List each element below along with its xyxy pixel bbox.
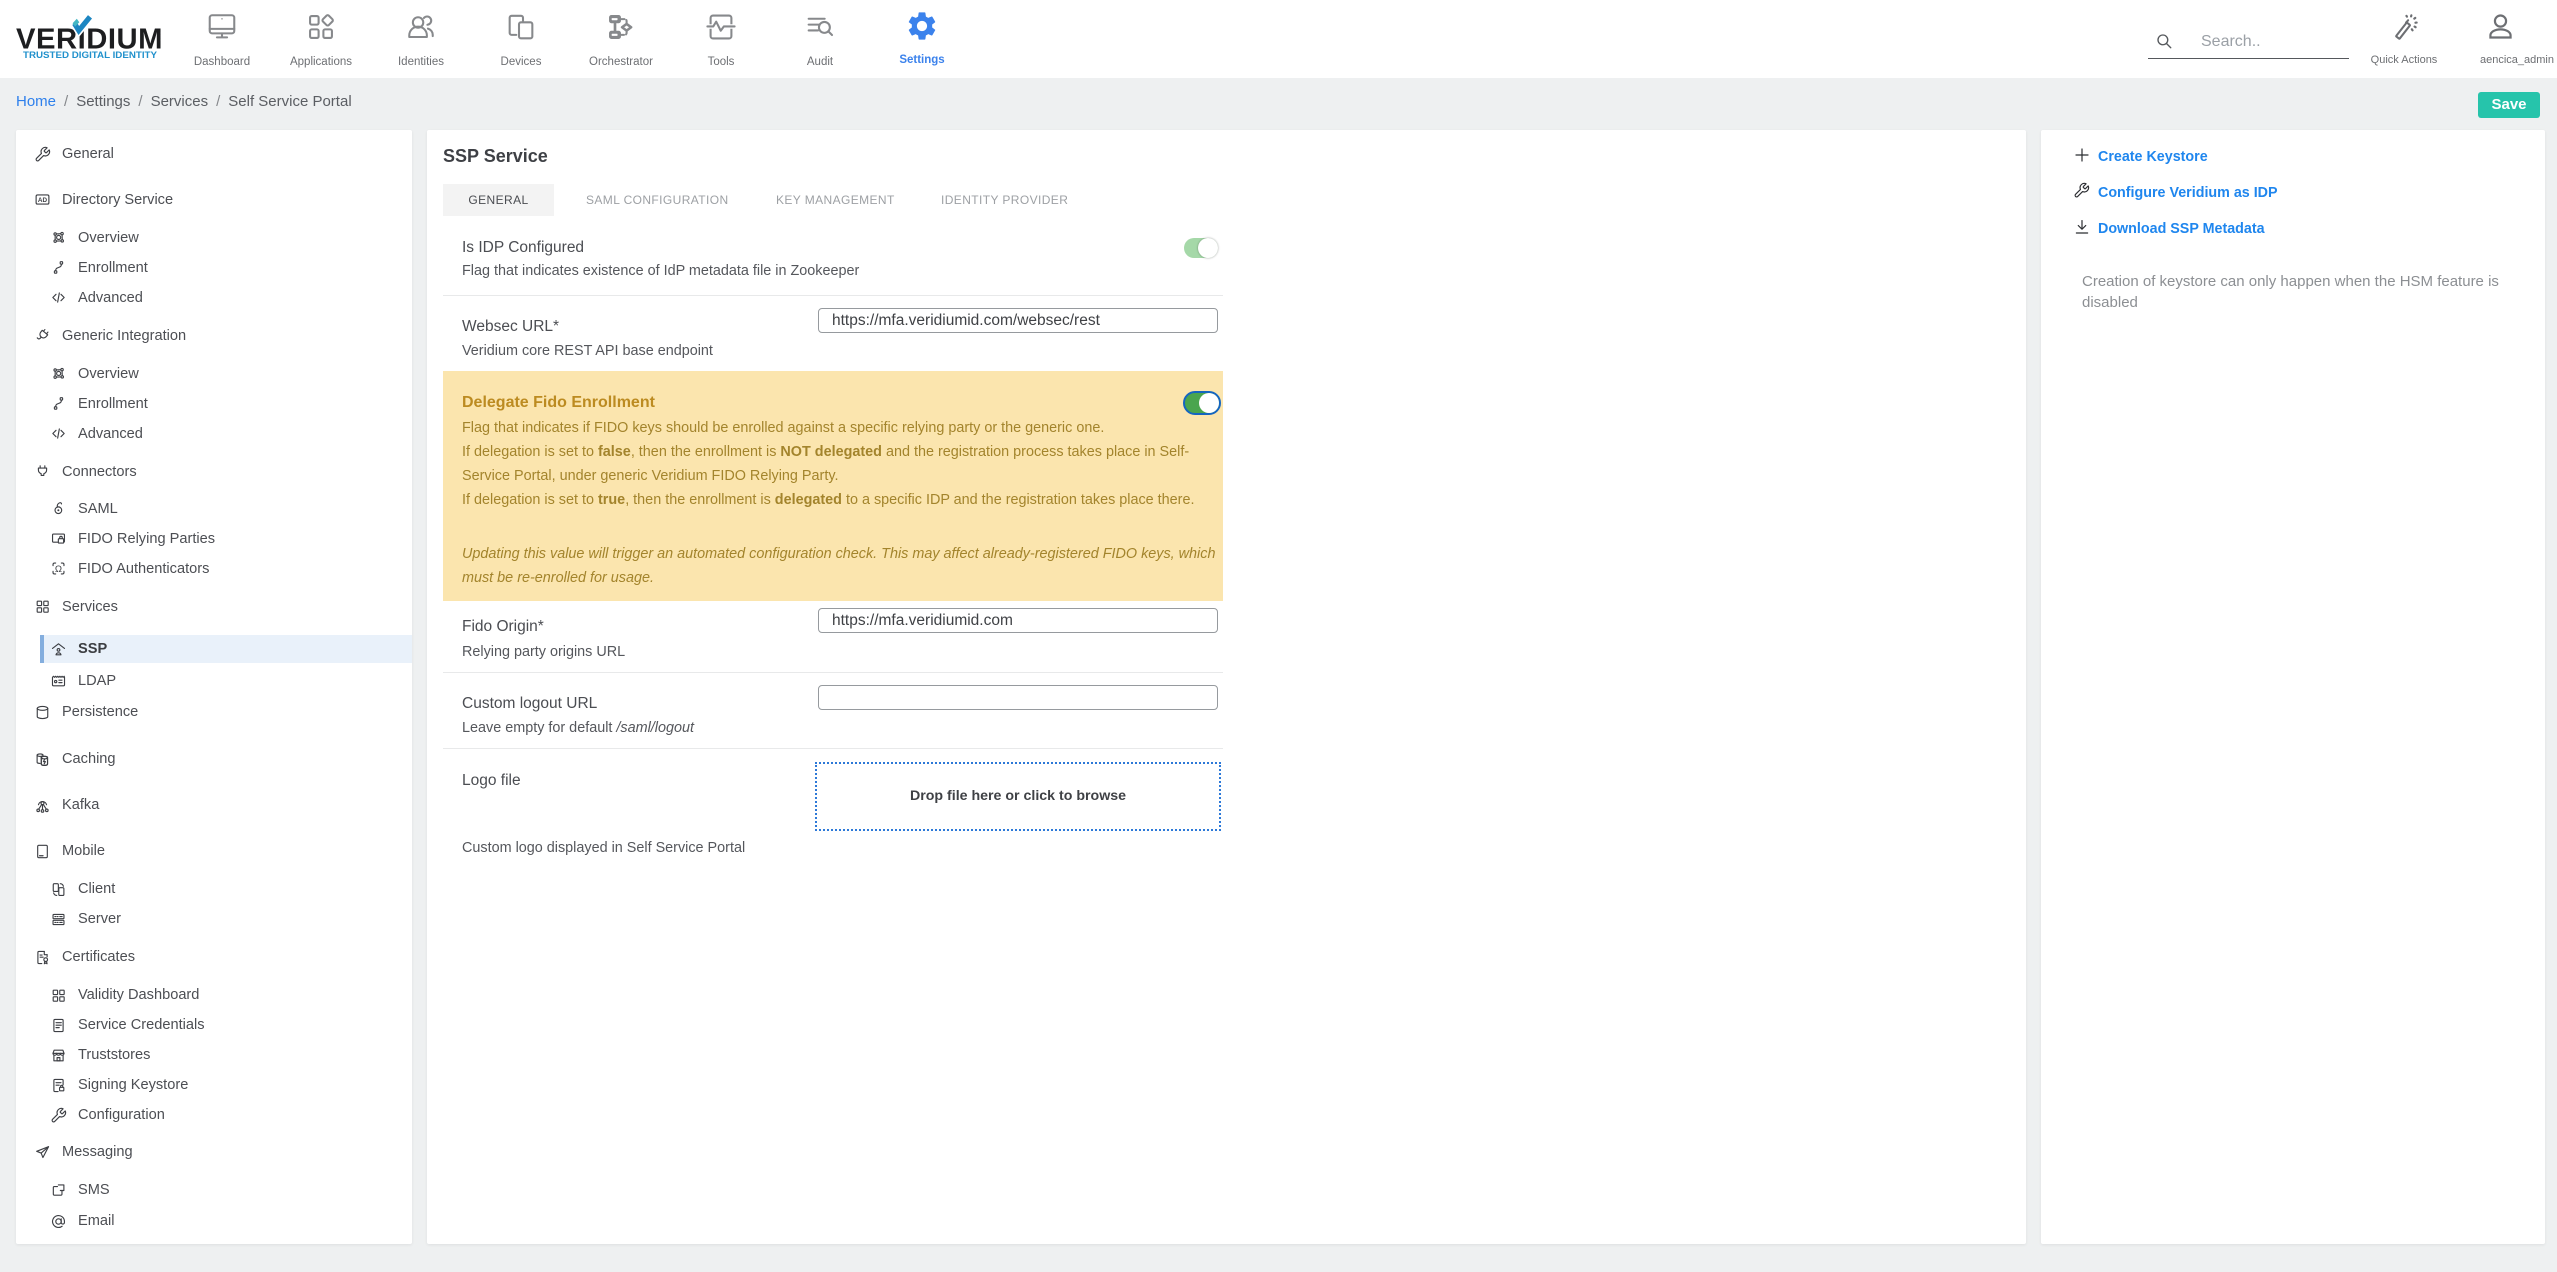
svg-text:TRUSTED DIGITAL IDENTITY: TRUSTED DIGITAL IDENTITY: [23, 50, 157, 60]
svg-text:AD: AD: [38, 197, 48, 204]
svg-text:Ω: Ω: [55, 564, 62, 575]
